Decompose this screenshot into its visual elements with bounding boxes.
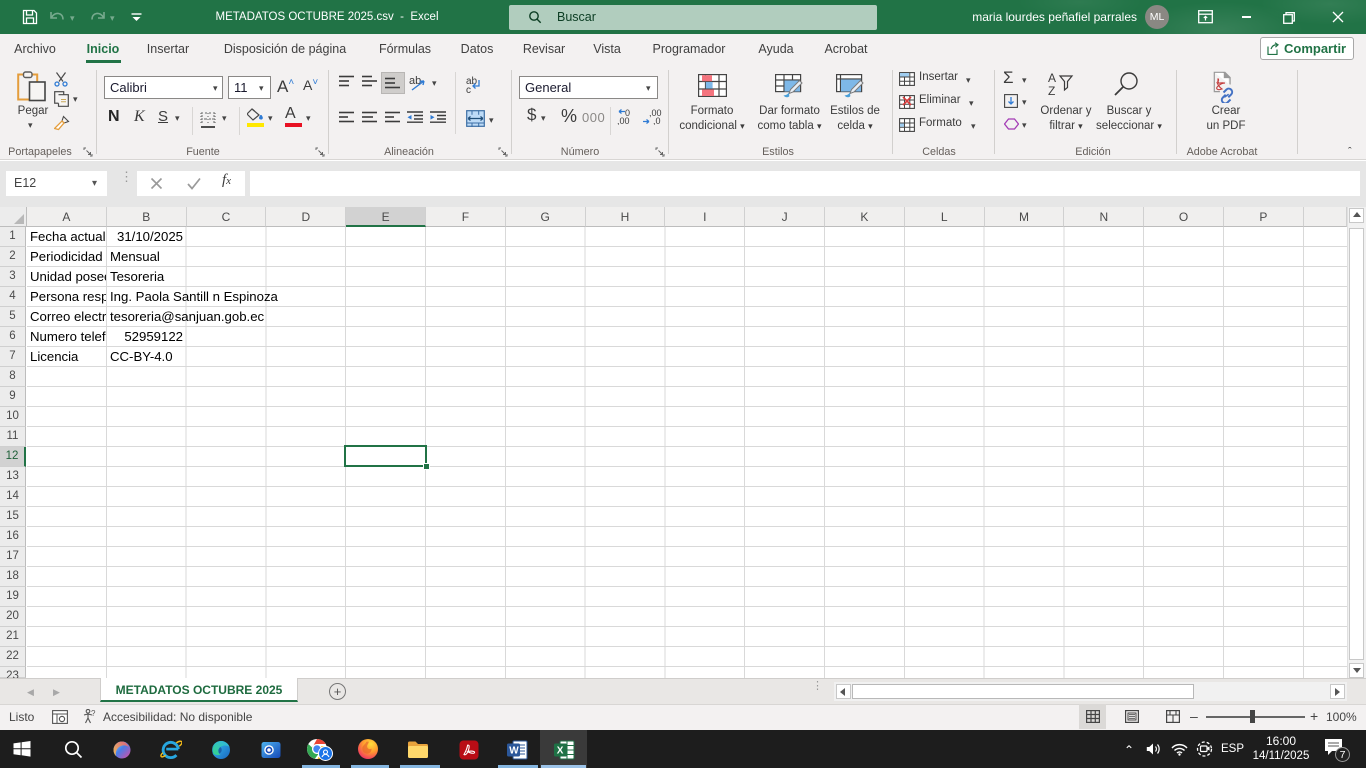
svg-text:?: ? [91,709,96,718]
svg-text:c: c [466,85,471,94]
svg-text:Z: Z [1048,84,1055,97]
svg-text:,00: ,00 [617,116,630,125]
svg-text:W: W [509,746,519,757]
svg-text:X: X [557,746,564,757]
svg-text:A: A [1048,71,1056,85]
